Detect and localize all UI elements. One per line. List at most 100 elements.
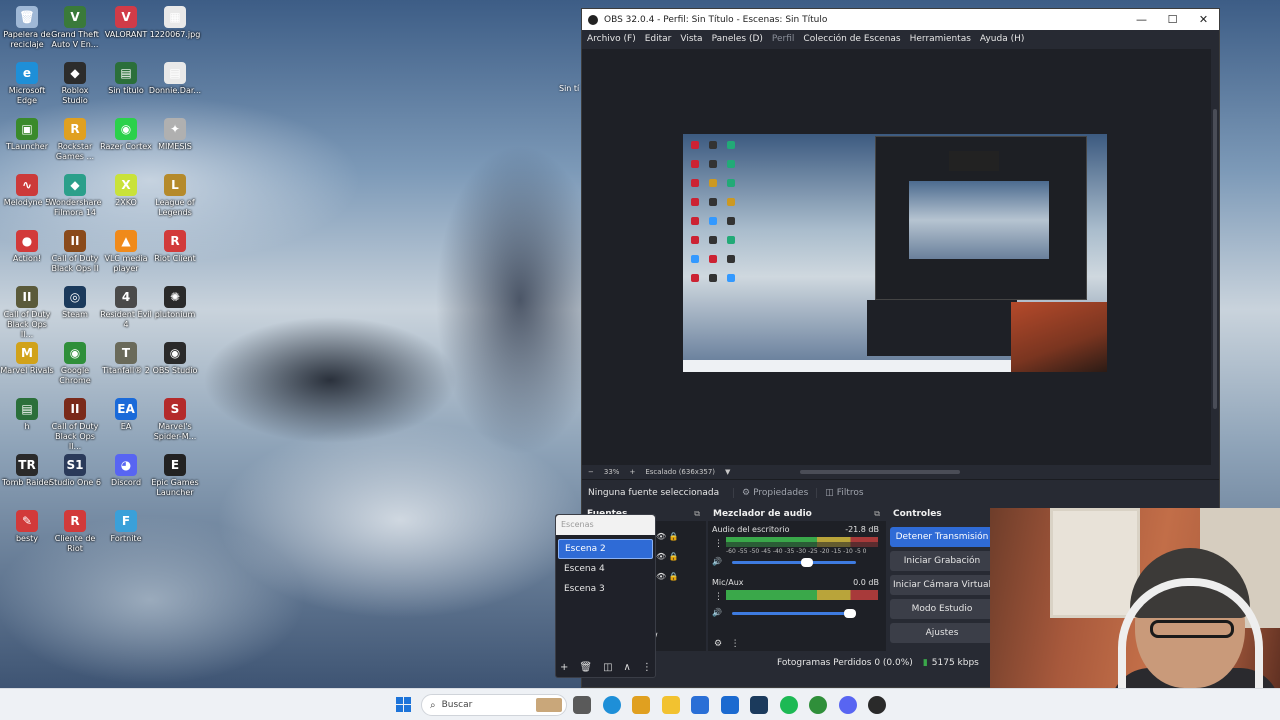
desktop-icon[interactable]: ▤ Sin título: [99, 62, 153, 96]
start-virtual-camera-button[interactable]: Iniciar Cámara Virtual: [890, 575, 994, 595]
chevron-down-icon[interactable]: ▼: [725, 468, 730, 476]
volume-slider-knob[interactable]: [801, 558, 813, 567]
desktop-icon[interactable]: T Titanfall® 2: [99, 342, 153, 376]
scene-item[interactable]: Escena 3: [558, 579, 653, 599]
speaker-icon[interactable]: 🔊: [712, 557, 722, 566]
desktop-icon[interactable]: L League of Legends: [148, 174, 202, 218]
kebab-menu-icon[interactable]: ⋮: [714, 539, 723, 549]
menu-editar[interactable]: Editar: [645, 34, 672, 44]
settings-button[interactable]: Ajustes: [890, 623, 994, 643]
desktop-icon[interactable]: TR Tomb Raider: [0, 454, 54, 488]
obs-titlebar[interactable]: OBS 32.0.4 - Perfil: Sin Título - Escena…: [582, 9, 1219, 30]
scene-item[interactable]: Escena 4: [558, 559, 653, 579]
desktop-icon[interactable]: e Microsoft Edge: [0, 62, 54, 106]
desktop-icon[interactable]: ▦ 1220067.jpg: [148, 6, 202, 40]
menu-perfil[interactable]: Perfil: [772, 34, 795, 44]
desktop-icon[interactable]: R Cliente de Riot: [48, 510, 102, 554]
filter-icon[interactable]: ◫: [603, 662, 612, 673]
close-icon[interactable]: ✕: [1188, 13, 1219, 26]
desktop-icon[interactable]: ▲ VLC media player: [99, 230, 153, 274]
chevron-up-icon[interactable]: ∧: [624, 662, 631, 673]
properties-button[interactable]: ⚙ Propiedades: [733, 487, 816, 498]
kebab-menu-icon[interactable]: ⋮: [714, 592, 723, 602]
desktop-icon[interactable]: R Rockstar Games ...: [48, 118, 102, 162]
discord-icon[interactable]: [838, 696, 857, 714]
desktop-icon[interactable]: F Fortnite: [99, 510, 153, 544]
desktop-icon[interactable]: 4 Resident Evil 4: [99, 286, 153, 330]
volume-slider[interactable]: [732, 558, 856, 567]
desktop-icon[interactable]: E Epic Games Launcher: [148, 454, 202, 498]
desktop-icon[interactable]: V VALORANT: [99, 6, 153, 40]
menu-ayuda[interactable]: Ayuda (H): [980, 34, 1024, 44]
desktop-icon[interactable]: R Riot Client: [148, 230, 202, 264]
desktop-icon[interactable]: ▤ Donnie.Dar...: [148, 62, 202, 96]
trash-icon[interactable]: 🗑: [579, 662, 592, 673]
volume-slider[interactable]: [732, 609, 856, 618]
desktop-icon[interactable]: ✦ MIMESIS: [148, 118, 202, 152]
kebab-menu-icon[interactable]: ⋮: [642, 662, 652, 673]
speaker-icon[interactable]: 🔊: [712, 608, 722, 617]
store-icon[interactable]: [691, 696, 709, 714]
edge-icon[interactable]: [602, 696, 621, 714]
desktop-icon[interactable]: ◉ OBS Studio: [148, 342, 202, 376]
desktop-icon[interactable]: ◉ Razer Cortex: [99, 118, 153, 152]
file-explorer-icon[interactable]: [573, 696, 591, 714]
desktop-icon[interactable]: ✺ plutonium: [148, 286, 202, 320]
steam-icon[interactable]: [750, 696, 768, 714]
maximize-icon[interactable]: ☐: [1157, 13, 1188, 26]
desktop-icon-label: Grand Theft Auto V En...: [51, 30, 99, 49]
obs-preview-canvas[interactable]: [683, 134, 1107, 372]
desktop-icon[interactable]: 🗑 Papelera de reciclaje: [0, 6, 54, 50]
desktop-icon[interactable]: M Marvel Rivals: [0, 342, 54, 376]
add-icon[interactable]: +: [560, 662, 568, 673]
taskbar-search[interactable]: ⌕ Buscar: [421, 694, 567, 716]
mixer-footer-icons[interactable]: ⚙ ⋮: [714, 639, 740, 649]
desktop-icon[interactable]: ✎ besty: [0, 510, 54, 544]
studio-mode-button[interactable]: Modo Estudio: [890, 599, 994, 619]
preview-horizontal-scrollbar[interactable]: [800, 470, 960, 474]
desktop-icon[interactable]: ◉ Google Chrome: [48, 342, 102, 386]
source-visibility-icons[interactable]: 👁 🔒 👁 🔒 👁 🔒: [656, 527, 679, 587]
chrome-icon[interactable]: [809, 696, 827, 714]
menu-herramientas[interactable]: Herramientas: [910, 34, 971, 44]
volume-slider-knob[interactable]: [844, 609, 856, 618]
windows-start-icon[interactable]: [396, 697, 412, 713]
desktop-icon[interactable]: ▣ TLauncher: [0, 118, 54, 152]
desktop-icon[interactable]: V Grand Theft Auto V En...: [48, 6, 102, 50]
desktop-icon[interactable]: S1 Studio One 6: [48, 454, 102, 488]
desktop-icon[interactable]: II Call of Duty Black Ops II...: [48, 398, 102, 452]
desktop-icon[interactable]: ◕ Discord: [99, 454, 153, 488]
start-recording-button[interactable]: Iniciar Grabación: [890, 551, 994, 571]
obs-icon[interactable]: [868, 696, 886, 714]
dock-float-icon[interactable]: ⧉: [874, 509, 880, 519]
menu-vista[interactable]: Vista: [680, 34, 702, 44]
menu-archivo[interactable]: Archivo (F): [587, 34, 636, 44]
desktop-icon[interactable]: ∿ Melodyne 5: [0, 174, 54, 208]
filters-button[interactable]: ◫ Filtros: [816, 487, 871, 498]
menu-coleccion[interactable]: Colección de Escenas: [803, 34, 900, 44]
obs-preview-area[interactable]: [582, 49, 1211, 465]
desktop-icon[interactable]: ◆ Roblox Studio: [48, 62, 102, 106]
scene-item[interactable]: Escena 2: [558, 539, 653, 559]
desktop-icon[interactable]: II Call of Duty Black Ops II: [48, 230, 102, 274]
stop-streaming-button[interactable]: Detener Transmisión: [890, 527, 994, 547]
chrome-color-icon[interactable]: [632, 696, 650, 714]
zoom-in-button[interactable]: +: [629, 468, 635, 476]
menu-paneles[interactable]: Paneles (D): [712, 34, 763, 44]
desktop-icon[interactable]: ● Action!: [0, 230, 54, 264]
desktop-icon[interactable]: ◆ Wondershare Filmora 14: [48, 174, 102, 218]
spotify-icon[interactable]: [779, 696, 798, 714]
dock-float-icon[interactable]: ⧉: [694, 509, 700, 519]
desktop-icon[interactable]: II Call of Duty Black Ops II...: [0, 286, 54, 340]
desktop-icon[interactable]: EA EA: [99, 398, 153, 432]
desktop-icon[interactable]: S Marvel's Spider-M...: [148, 398, 202, 442]
desktop-icon[interactable]: ▤ h: [0, 398, 54, 432]
folder-icon[interactable]: [661, 696, 680, 714]
minimize-icon[interactable]: —: [1126, 13, 1157, 26]
outlook-icon[interactable]: [720, 696, 739, 714]
preview-vertical-scrollbar[interactable]: [1211, 49, 1219, 509]
desktop-icon[interactable]: X 2XKO: [99, 174, 153, 208]
desktop-icon[interactable]: ◎ Steam: [48, 286, 102, 320]
app-icon: L: [164, 174, 186, 196]
zoom-out-button[interactable]: −: [588, 468, 594, 476]
